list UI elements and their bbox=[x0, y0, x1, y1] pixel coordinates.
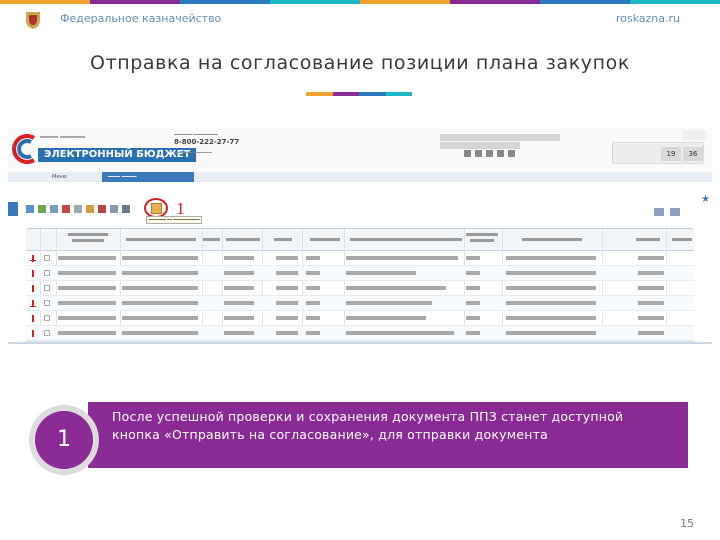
table-row[interactable] bbox=[26, 311, 694, 326]
support-phone: 8-800-222-27-77 bbox=[174, 138, 240, 146]
export-icon[interactable] bbox=[110, 205, 118, 213]
app-screenshot: ━━━━━ ━━━━━━━ ЭЛЕКТРОННЫЙ БЮДЖЕТ ━━━━━━ … bbox=[8, 128, 712, 344]
grid-settings[interactable] bbox=[654, 208, 680, 216]
grid-toolbar bbox=[26, 204, 130, 214]
header-icons[interactable] bbox=[464, 150, 515, 157]
button-tooltip: ━━━━━━━ ━━ ━━━━━━━━━━━ bbox=[146, 216, 202, 224]
table-row[interactable] bbox=[26, 326, 694, 341]
callout-text: После успешной проверки и сохранения док… bbox=[112, 409, 624, 442]
title-accent-bar bbox=[306, 92, 412, 96]
coat-of-arms-icon bbox=[26, 12, 40, 29]
grid-header bbox=[26, 229, 694, 251]
delete-icon[interactable] bbox=[62, 205, 70, 213]
user-org bbox=[440, 142, 520, 149]
table-row[interactable] bbox=[26, 341, 694, 342]
site-link[interactable]: roskazna.ru bbox=[616, 12, 680, 25]
step-number: 1 bbox=[35, 411, 93, 469]
edit-icon[interactable] bbox=[50, 205, 58, 213]
budget-logo-icon bbox=[12, 134, 36, 164]
copy-icon[interactable] bbox=[74, 205, 82, 213]
organization-name: Федеральное казначейство bbox=[60, 12, 222, 25]
document-tab[interactable]: ━━━━ ━━━━━ bbox=[102, 172, 194, 182]
hour-value: 19 bbox=[661, 147, 681, 161]
support-email: ━━━━━━ ━━━━━━ bbox=[174, 150, 212, 156]
table-row[interactable] bbox=[26, 266, 694, 281]
user-info bbox=[440, 134, 560, 141]
table-row[interactable] bbox=[26, 296, 694, 311]
cancel-icon[interactable] bbox=[98, 205, 106, 213]
side-panel-toggle[interactable] bbox=[8, 202, 18, 216]
brand-name: ЭЛЕКТРОННЫЙ БЮДЖЕТ bbox=[38, 148, 197, 162]
slide-title: Отправка на согласование позиции плана з… bbox=[90, 52, 630, 74]
favorite-star-icon[interactable]: ★ bbox=[701, 194, 710, 205]
app-header: ━━━━━ ━━━━━━━ ЭЛЕКТРОННЫЙ БЮДЖЕТ ━━━━━━ … bbox=[8, 128, 712, 172]
pencil-icon[interactable] bbox=[122, 205, 130, 213]
table-row[interactable] bbox=[26, 281, 694, 296]
table-row[interactable] bbox=[26, 251, 694, 266]
menu-bar: Меню ━━━━ ━━━━━ bbox=[8, 172, 712, 182]
top-color-strip bbox=[0, 0, 720, 4]
highlight-circle bbox=[144, 198, 168, 218]
date-time-box: 19 36 bbox=[612, 142, 704, 164]
print-icon[interactable] bbox=[86, 205, 94, 213]
minute-value: 36 bbox=[683, 147, 703, 161]
row-marker bbox=[30, 260, 36, 261]
purchase-plan-grid bbox=[26, 228, 694, 342]
menu-link[interactable]: Меню bbox=[52, 172, 67, 182]
row-marker bbox=[30, 306, 36, 307]
page-number: 15 bbox=[680, 517, 694, 530]
refresh-icon[interactable] bbox=[26, 205, 34, 213]
brand-caption: ━━━━━ ━━━━━━━ bbox=[40, 134, 86, 141]
exit-button[interactable] bbox=[682, 130, 706, 140]
add-icon[interactable] bbox=[38, 205, 46, 213]
